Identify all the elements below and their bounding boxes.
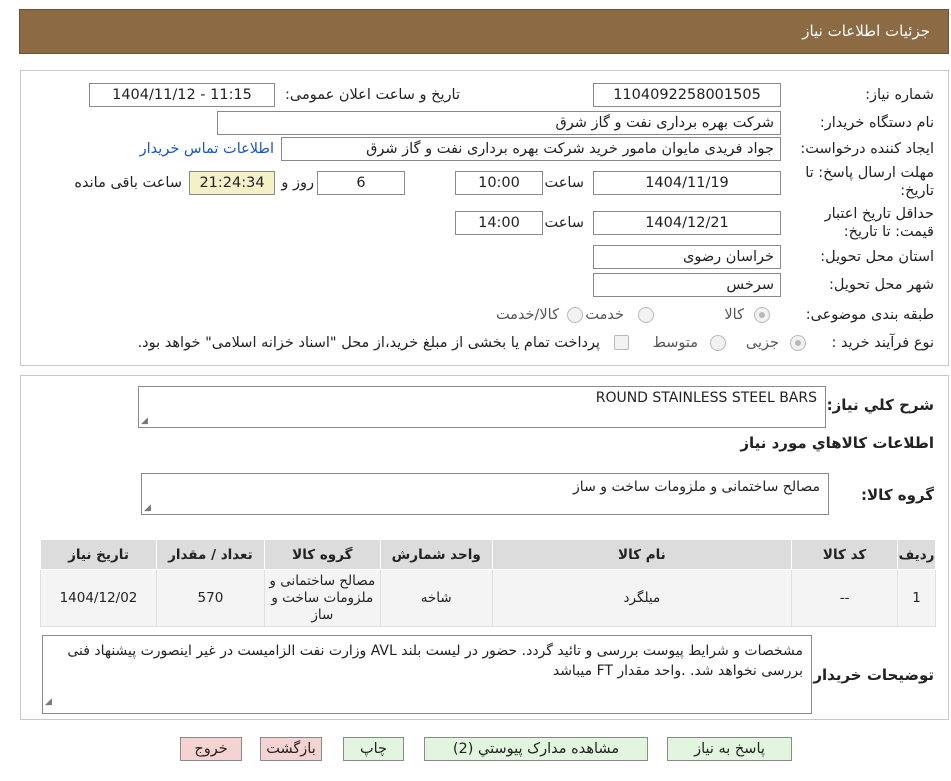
- days-remaining-field: 6: [317, 171, 405, 195]
- summary-label: شرح کلي نیاز:: [826, 396, 934, 414]
- table-row: 1 -- میلگرد شاخه مصالح ساختمانی و ملزوما…: [40, 569, 936, 627]
- cell-name: میلگرد: [491, 569, 793, 627]
- exit-button[interactable]: خروج: [180, 737, 242, 761]
- buyer-org-label: نام دستگاه خریدار:: [819, 115, 934, 131]
- category-label: طبقه بندی موضوعی:: [805, 307, 934, 323]
- resize-grip-icon[interactable]: ◢: [45, 692, 52, 712]
- validity-date-field: 1404/12/21: [593, 211, 781, 235]
- col-unit: واحد شمارش: [379, 539, 493, 570]
- category-service-label: خدمت: [585, 307, 624, 323]
- process-medium-radio[interactable]: [710, 335, 726, 351]
- days-label: روز و: [281, 175, 314, 191]
- buyer-notes-text: مشخصات و شرایط پیوست بررسی و تائید گردد.…: [67, 643, 803, 679]
- group-textarea[interactable]: مصالح ساختمانی و ملزومات ساخت و ساز ◢: [141, 473, 829, 515]
- page-title: جزئیات اطلاعات نیاز: [802, 22, 930, 40]
- validity-time-label: ساعت: [544, 215, 584, 231]
- cell-date: 1404/12/02: [40, 569, 157, 627]
- process-minor-label: جزیی: [745, 335, 779, 351]
- treasury-payment-note: پرداخت تمام یا بخشی از مبلغ خرید،از محل …: [137, 335, 600, 351]
- creator-label: ایجاد کننده درخواست:: [800, 141, 934, 157]
- col-quantity: تعداد / مقدار: [155, 539, 265, 570]
- view-attachments-button[interactable]: مشاهده مدارک پیوستي (2): [424, 737, 648, 761]
- need-number-label: شماره نیاز:: [865, 87, 934, 103]
- items-table-header: ردیف کد کالا نام کالا واحد شمارش گروه کا…: [40, 539, 936, 570]
- items-table: ردیف کد کالا نام کالا واحد شمارش گروه کا…: [40, 539, 936, 627]
- announce-field: 1404/11/12 - 11:15: [89, 83, 275, 107]
- deadline-date-field: 1404/11/19: [593, 171, 781, 195]
- need-info-panel: شماره نیاز: 1104092258001505 تاریخ و ساع…: [20, 70, 949, 366]
- items-heading: اطلاعات کالاهاي مورد نیاز: [740, 434, 934, 452]
- deadline-label-2: تاریخ:: [900, 183, 934, 199]
- need-number-field: 1104092258001505: [593, 83, 781, 107]
- city-field: سرخس: [593, 273, 781, 297]
- validity-time-field: 14:00: [455, 211, 543, 235]
- col-code: کد کالا: [791, 539, 899, 570]
- validity-label-2: قیمت: تا تاریخ:: [843, 224, 934, 240]
- resize-grip-icon[interactable]: ◢: [141, 416, 148, 426]
- group-text: مصالح ساختمانی و ملزومات ساخت و ساز: [573, 479, 820, 495]
- process-medium-label: متوسط: [652, 335, 698, 351]
- time-remaining-label: ساعت باقی مانده: [74, 175, 182, 191]
- reply-button[interactable]: پاسخ به نیاز: [667, 737, 792, 761]
- process-label: نوع فرآیند خرید :: [831, 335, 934, 351]
- buyer-notes-textarea[interactable]: مشخصات و شرایط پیوست بررسی و تائید گردد.…: [42, 635, 812, 714]
- creator-field: جواد فریدی مایوان مامور خرید شرکت بهره ب…: [281, 137, 781, 161]
- buyer-org-field: شرکت بهره برداری نفت و گاز شرق: [217, 111, 781, 135]
- province-label: استان محل تحویل:: [820, 249, 934, 265]
- category-goods-service-label: کالا/خدمت: [495, 307, 559, 323]
- announce-label: تاریخ و ساعت اعلان عمومی:: [285, 87, 460, 103]
- category-goods-label: کالا: [724, 307, 744, 323]
- category-goods-service-radio[interactable]: [567, 307, 583, 323]
- group-label: گروه کالا:: [861, 486, 934, 504]
- validity-label: حداقل تاریخ اعتبار: [824, 206, 934, 222]
- col-name: نام کالا: [491, 539, 793, 570]
- cell-quantity: 570: [155, 569, 265, 627]
- time-remaining-field: 21:24:34: [189, 171, 275, 195]
- cell-code: --: [791, 569, 899, 627]
- deadline-time-label: ساعت: [544, 175, 584, 191]
- category-goods-radio[interactable]: [754, 307, 770, 323]
- summary-text: ROUND STAINLESS STEEL BARS: [595, 390, 817, 406]
- print-button[interactable]: چاپ: [343, 737, 404, 761]
- back-button[interactable]: بازگشت: [260, 737, 322, 761]
- col-date: تاریخ نیاز: [40, 539, 157, 570]
- treasury-payment-checkbox[interactable]: [614, 335, 629, 350]
- province-field: خراسان رضوی: [593, 245, 781, 269]
- buyer-contact-link[interactable]: اطلاعات تماس خریدار: [140, 141, 274, 157]
- col-group: گروه کالا: [263, 539, 381, 570]
- deadline-time-field: 10:00: [455, 171, 543, 195]
- page-header: جزئیات اطلاعات نیاز: [19, 9, 949, 54]
- buyer-notes-label: توضیحات خریدار:: [807, 666, 934, 684]
- col-row: ردیف: [897, 539, 936, 570]
- process-minor-radio[interactable]: [790, 335, 806, 351]
- cell-group: مصالح ساختمانی و ملزومات ساخت و ساز: [263, 569, 381, 627]
- category-service-radio[interactable]: [638, 307, 654, 323]
- summary-textarea[interactable]: ROUND STAINLESS STEEL BARS ◢: [138, 386, 826, 428]
- cell-unit: شاخه: [379, 569, 493, 627]
- need-details-panel: شرح کلي نیاز: ROUND STAINLESS STEEL BARS…: [20, 375, 949, 720]
- cell-row: 1: [897, 569, 936, 627]
- city-label: شهر محل تحویل:: [829, 277, 934, 293]
- resize-grip-icon[interactable]: ◢: [144, 503, 151, 513]
- deadline-label: مهلت ارسال پاسخ: تا: [805, 165, 934, 181]
